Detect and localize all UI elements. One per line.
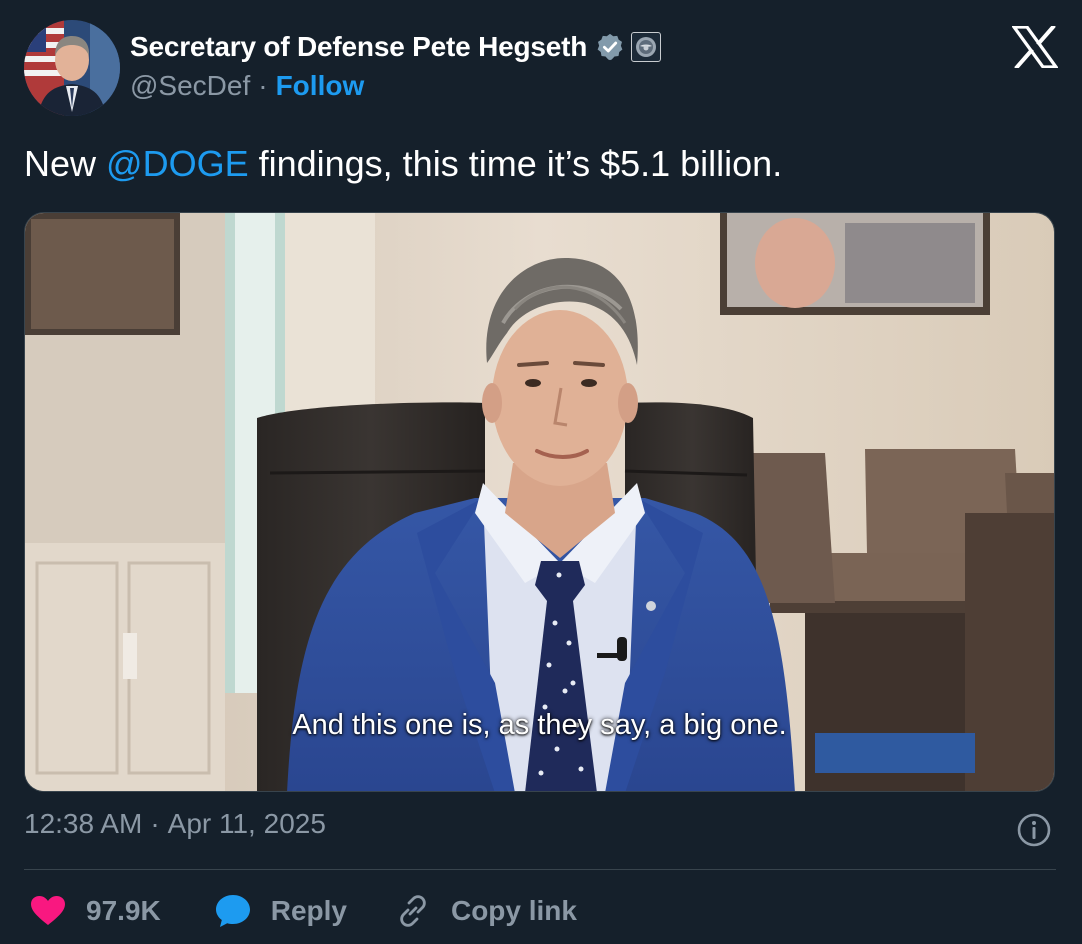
like-count: 97.9K xyxy=(86,895,161,926)
x-logo-icon[interactable] xyxy=(1012,26,1058,68)
tweet-card: Secretary of Defense Pete Hegseth @SecDe… xyxy=(0,0,1082,944)
mention-link[interactable]: @DOGE xyxy=(106,143,249,184)
follow-button[interactable]: Follow xyxy=(276,70,365,102)
tweet-date: Apr 11, 2025 xyxy=(167,808,326,839)
verified-badge-icon xyxy=(597,33,623,61)
like-button[interactable]: 97.9K xyxy=(30,895,161,927)
tweet-text-after: findings, this time it’s $5.1 billion. xyxy=(248,143,783,184)
video-media[interactable]: And this one is, as they say, a big one. xyxy=(24,212,1055,792)
tweet-text: New @DOGE findings, this time it’s $5.1 … xyxy=(24,140,782,188)
reply-label: Reply xyxy=(270,895,347,926)
name-row: Secretary of Defense Pete Hegseth xyxy=(130,28,662,66)
divider xyxy=(24,869,1056,870)
tweet-timestamp[interactable]: 12:38 AM · Apr 11, 2025 xyxy=(24,808,326,840)
action-bar: 97.9K Reply Copy link xyxy=(30,888,577,934)
author-handle[interactable]: @SecDef xyxy=(130,70,250,102)
video-frame xyxy=(25,213,1054,791)
handle-row: @SecDef · Follow xyxy=(130,70,661,102)
tweet-text-before: New xyxy=(24,143,107,184)
author-display-name[interactable]: Secretary of Defense Pete Hegseth xyxy=(130,31,587,63)
video-caption: And this one is, as they say, a big one. xyxy=(292,709,787,741)
heart-icon xyxy=(31,896,65,925)
author-info: Secretary of Defense Pete Hegseth @SecDe… xyxy=(130,28,662,102)
reply-button[interactable]: Reply xyxy=(215,894,347,928)
government-affiliate-icon[interactable] xyxy=(631,32,662,62)
tweet-header: Secretary of Defense Pete Hegseth @SecDe… xyxy=(24,20,1058,116)
timestamp-separator: · xyxy=(150,808,160,839)
link-icon xyxy=(400,895,426,927)
copy-link-label: Copy link xyxy=(450,895,577,926)
dod-seal-icon xyxy=(636,37,657,57)
handle-separator: · xyxy=(258,70,268,101)
reply-bubble-icon xyxy=(215,895,250,927)
info-icon[interactable] xyxy=(1016,812,1052,848)
copy-link-button[interactable]: Copy link xyxy=(395,893,577,929)
tweet-time: 12:38 AM xyxy=(24,808,143,839)
avatar[interactable] xyxy=(24,20,120,116)
avatar-image xyxy=(24,20,120,116)
